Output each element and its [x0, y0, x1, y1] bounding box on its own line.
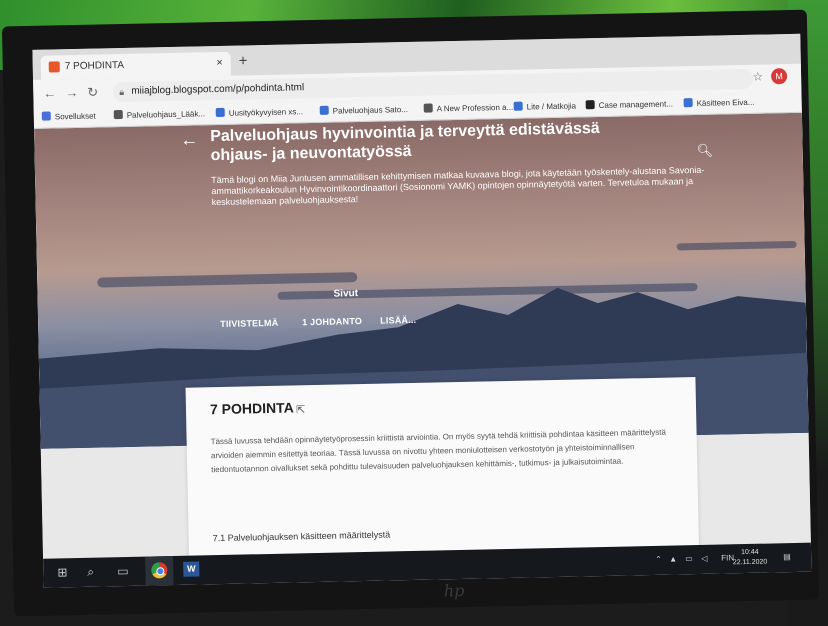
word-taskbar-icon[interactable]: W: [183, 561, 200, 577]
bookmark-item[interactable]: Uusityökyvyisen xs...: [215, 106, 303, 118]
battery-icon[interactable]: ▭: [685, 554, 693, 563]
url-text: miiajblog.blogspot.com/p/pohdinta.html: [131, 82, 305, 97]
post-card: 7 POHDINTA ⇱ Tässä luvussa tehdään opinn…: [185, 377, 700, 559]
blogger-favicon-icon: [48, 61, 60, 73]
screen: 7 POHDINTA × + ← → ↻ 🔒︎ miiajblog.blogsp…: [32, 33, 812, 588]
reload-icon[interactable]: ↻: [87, 84, 98, 100]
post-body: Tässä luvussa tehdään opinnäytetyöproses…: [210, 427, 666, 475]
nav-item-johdanto[interactable]: 1 JOHDANTO: [302, 316, 362, 327]
network-icon[interactable]: ▲: [669, 554, 677, 563]
hp-logo: hp: [443, 580, 465, 601]
back-arrow-icon[interactable]: ←: [180, 129, 198, 150]
bookmark-star-icon[interactable]: ☆: [752, 70, 763, 84]
search-taskbar-icon[interactable]: ⌕: [87, 565, 94, 580]
close-tab-icon[interactable]: ×: [216, 57, 223, 69]
mouse-cursor-icon: ⇱: [295, 404, 306, 417]
bookmark-item[interactable]: Käsitteen Eiva...: [683, 97, 755, 108]
pages-label: Sivut: [333, 288, 359, 300]
bookmark-item[interactable]: Case management...: [585, 98, 673, 110]
post-title: 7 POHDINTA: [209, 399, 294, 418]
tab-title: 7 POHDINTA: [64, 59, 125, 73]
clock-date: 22.11.2020: [732, 558, 768, 567]
search-icon[interactable]: 🔍︎: [697, 143, 714, 159]
tray-chevron-icon[interactable]: ⌃: [655, 555, 662, 564]
forward-icon[interactable]: →: [65, 85, 78, 100]
task-view-icon[interactable]: ▭: [117, 564, 129, 578]
nav-item-tiivistelma[interactable]: TIIVISTELMÄ: [220, 318, 278, 329]
clock[interactable]: 10:44 22.11.2020: [732, 548, 768, 569]
nav-item-lisaa[interactable]: LISÄÄ...: [380, 315, 416, 326]
bookmark-item[interactable]: A New Profession a...: [423, 102, 513, 114]
blog-page: ← Palveluohjaus hyvinvointia ja terveytt…: [34, 112, 811, 559]
bookmark-item[interactable]: Palveluohjaus_Lääk...: [113, 108, 205, 120]
bookmark-item[interactable]: Palveluohjaus Sato...: [319, 104, 408, 116]
windows-start-icon[interactable]: ⊞: [57, 565, 67, 579]
back-icon[interactable]: ←: [43, 85, 56, 100]
new-tab-button[interactable]: +: [239, 52, 248, 69]
lock-icon: 🔒︎: [119, 86, 125, 98]
bookmark-item[interactable]: Sovellukset: [41, 111, 96, 122]
post-subheading: 7.1 Palveluohjauksen käsitteen määrittel…: [212, 529, 391, 544]
notifications-icon[interactable]: ▤: [783, 552, 791, 561]
monitor: hp 7 POHDINTA × + ← → ↻ 🔒︎ miiajblog.blo…: [1, 9, 820, 617]
bookmark-item[interactable]: Lite / Matkojia: [513, 100, 576, 112]
volume-icon[interactable]: ◁: [701, 554, 707, 563]
